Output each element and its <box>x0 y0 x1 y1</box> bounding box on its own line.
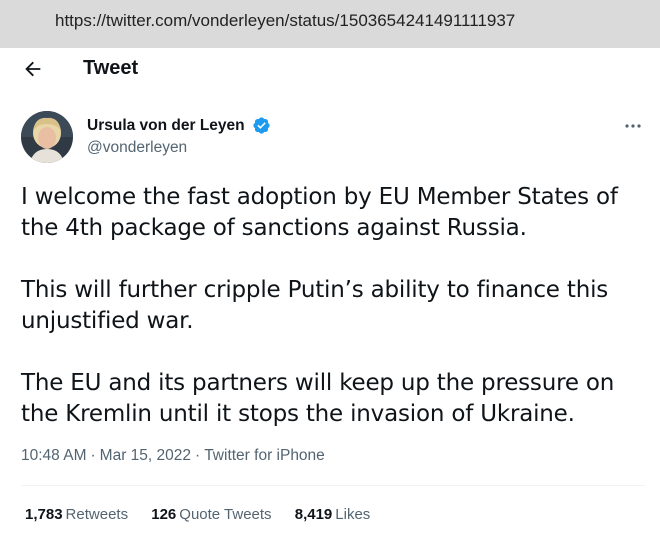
page-header: Tweet <box>0 48 660 96</box>
retweets-label: Retweets <box>65 506 129 523</box>
likes-label: Likes <box>335 506 371 523</box>
tweet-date[interactable]: Mar 15, 2022 <box>100 447 191 464</box>
retweets-stat[interactable]: 1,783 Retweets <box>25 506 128 523</box>
engagement-stats: 1,783 Retweets 126 Quote Tweets 8,419 Likes <box>25 506 389 523</box>
tweet-paragraph: I welcome the fast adoption by EU Member… <box>21 184 618 241</box>
avatar[interactable] <box>21 111 73 163</box>
retweets-count: 1,783 <box>25 506 63 523</box>
browser-url-bar[interactable]: https://twitter.com/vonderleyen/status/1… <box>0 0 660 48</box>
quote-tweets-count: 126 <box>151 506 177 523</box>
ellipsis-icon[interactable] <box>622 118 644 134</box>
arrow-left-icon[interactable] <box>22 58 44 80</box>
tweet-paragraph: This will further cripple Putin’s abilit… <box>21 277 609 334</box>
tweet-body: I welcome the fast adoption by EU Member… <box>21 182 641 461</box>
page-title: Tweet <box>83 57 139 79</box>
quote-tweets-stat[interactable]: 126 Quote Tweets <box>151 506 271 523</box>
divider <box>21 485 645 486</box>
url-text[interactable]: https://twitter.com/vonderleyen/status/1… <box>55 11 515 31</box>
likes-count: 8,419 <box>294 506 333 523</box>
likes-stat[interactable]: 8,419 Likes <box>295 506 371 523</box>
author-handle[interactable]: @vonderleyen <box>87 139 187 157</box>
author-display-name[interactable]: Ursula von der Leyen <box>87 117 245 135</box>
avatar-image <box>21 111 73 163</box>
tweet-paragraph: The EU and its partners will keep up the… <box>21 370 615 427</box>
quote-tweets-label: Quote Tweets <box>179 506 272 523</box>
tweet-time[interactable]: 10:48 AM <box>21 447 87 464</box>
tweet-metadata: 10:48 AM · Mar 15, 2022 · Twitter for iPhone <box>21 447 325 465</box>
meta-separator: · <box>195 447 201 464</box>
meta-separator: · <box>90 447 96 464</box>
verified-badge-icon <box>253 117 270 134</box>
tweet-source[interactable]: Twitter for iPhone <box>204 447 325 464</box>
